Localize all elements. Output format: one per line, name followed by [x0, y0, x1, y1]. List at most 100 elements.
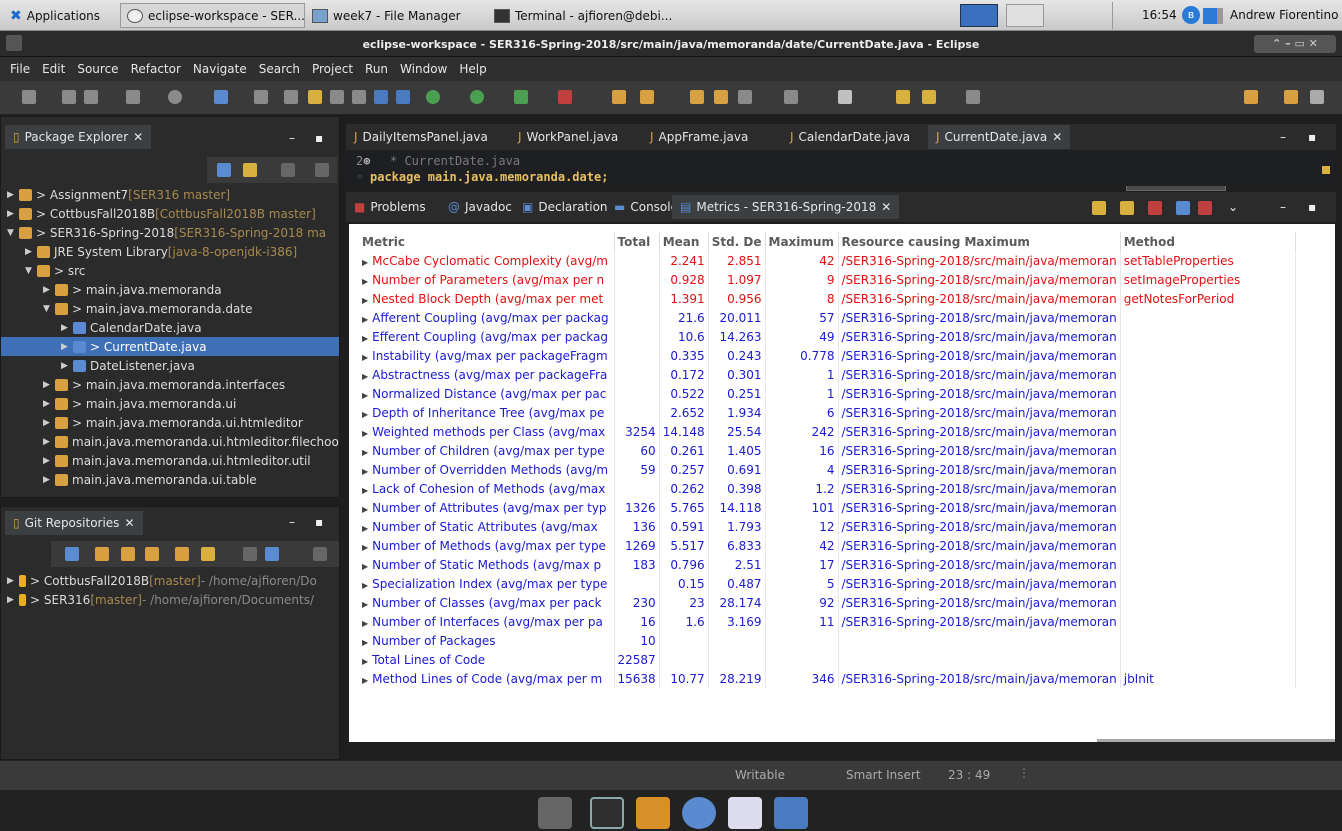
network-signal-icon[interactable]	[1203, 8, 1223, 24]
metrics-row[interactable]: ▶ Lack of Cohesion of Methods (avg/max 0.2…	[359, 479, 1296, 498]
tab-workpanel[interactable]: J WorkPanel.java	[510, 125, 626, 149]
stop-icon[interactable]	[1148, 201, 1162, 215]
expand-arrow-icon[interactable]: ▶	[362, 657, 368, 666]
tree-item[interactable]: ▶ > CottbusFall2018B [CottbusFall2018B ma…	[1, 204, 339, 223]
forward-arrow-icon[interactable]	[966, 90, 980, 104]
expand-arrow-icon[interactable]: ▶	[362, 315, 368, 324]
collapse-arrow-icon[interactable]: ▼	[7, 228, 19, 238]
tab-problems[interactable]: ■ Problems	[346, 195, 434, 219]
col-mean[interactable]: Mean	[659, 232, 709, 251]
search-icon[interactable]	[738, 90, 752, 104]
menu-refactor[interactable]: Refactor	[125, 62, 187, 76]
code-editor[interactable]: 2⊕ * CurrentDate.java ◦ package main.jav…	[348, 150, 1334, 186]
menu-file[interactable]: File	[4, 62, 36, 76]
terminal-toolbar-icon[interactable]	[214, 90, 228, 104]
view-menu-icon[interactable]	[315, 163, 329, 177]
tab-metrics[interactable]: ▤ Metrics - SER316-Spring-2018 ✕	[672, 195, 900, 219]
tree-item[interactable]: ▶ > Assignment7 [SER316 master]	[1, 185, 339, 204]
col-metric[interactable]: Metric	[359, 232, 615, 251]
filter-icon[interactable]	[243, 547, 257, 561]
annotation-icon[interactable]	[784, 90, 798, 104]
metrics-row[interactable]: ▶ Abstractness (avg/max per packageFra 0.1…	[359, 365, 1296, 384]
window-controls[interactable]: ⌃ – ▭ ✕	[1254, 35, 1336, 53]
metrics-row[interactable]: ▶ Depth of Inheritance Tree (avg/max pe 2.…	[359, 403, 1296, 422]
view-menu-icon[interactable]	[313, 547, 327, 561]
task-eclipse[interactable]: eclipse-workspace - SER...	[120, 3, 305, 28]
collapse-all-icon[interactable]	[217, 163, 231, 177]
menu-run[interactable]: Run	[359, 62, 394, 76]
export-icon[interactable]	[1176, 201, 1190, 215]
tree-item[interactable]: ▶ > main.java.memoranda	[1, 280, 339, 299]
close-icon[interactable]: ✕	[124, 516, 134, 530]
debug-icon[interactable]	[426, 90, 440, 104]
tab-calendardate[interactable]: J CalendarDate.java	[782, 125, 918, 149]
tab-declaration[interactable]: ▣ Declaration	[514, 195, 616, 219]
maximize-icon[interactable]: ▪	[1308, 130, 1316, 144]
tab-appframe[interactable]: J AppFrame.java	[642, 125, 756, 149]
refresh-icon[interactable]	[175, 547, 189, 561]
tree-item[interactable]: ▼ > src	[1, 261, 339, 280]
menu-search[interactable]: Search	[253, 62, 306, 76]
tab-dailyitemspanel[interactable]: J DailyItemsPanel.java	[346, 125, 496, 149]
expand-arrow-icon[interactable]: ▶	[7, 209, 19, 219]
metrics-row[interactable]: ▶ Number of Static Methods (avg/max p 183 0…	[359, 555, 1296, 574]
tree-item[interactable]: ▶ main.java.memoranda.ui.htmleditor.filec…	[1, 432, 339, 451]
clear-icon[interactable]	[1198, 201, 1212, 215]
search-dock-icon[interactable]	[728, 797, 762, 829]
metrics-row[interactable]: ▶ Number of Classes (avg/max per pack 230 2…	[359, 593, 1296, 612]
expand-arrow-icon[interactable]: ▶	[7, 576, 19, 586]
back-icon[interactable]	[896, 90, 910, 104]
view-menu-icon[interactable]: ⌄	[1228, 200, 1238, 214]
tab-git-repositories[interactable]: ▯ Git Repositories ✕	[5, 511, 143, 535]
print-icon[interactable]	[126, 90, 140, 104]
file-manager-dock-icon[interactable]	[636, 797, 670, 829]
git-icon[interactable]	[168, 90, 182, 104]
git-repo-item[interactable]: ▶ > CottbusFall2018B [master] - /home/ajf…	[1, 571, 339, 590]
tab-currentdate[interactable]: J CurrentDate.java ✕	[928, 125, 1071, 149]
new-class-icon[interactable]	[640, 90, 654, 104]
tree-item[interactable]: ▶ DateListener.java	[1, 356, 339, 375]
metrics-row[interactable]: ▶ Instability (avg/max per packageFragm 0.…	[359, 346, 1296, 365]
tree-item[interactable]: ▶ main.java.memoranda.ui.table	[1, 470, 339, 489]
minimize-icon[interactable]: –	[1280, 130, 1286, 144]
tab-javadoc[interactable]: @ Javadoc	[440, 195, 520, 219]
open-perspective-icon[interactable]	[1244, 90, 1258, 104]
expand-arrow-icon[interactable]: ▶	[362, 676, 368, 685]
expand-arrow-icon[interactable]: ▶	[362, 372, 368, 381]
expand-arrow-icon[interactable]: ▶	[362, 258, 368, 267]
open-type-icon[interactable]	[690, 90, 704, 104]
metrics-row[interactable]: ▶ Specialization Index (avg/max per type 0…	[359, 574, 1296, 593]
expand-arrow-icon[interactable]: ▶	[25, 247, 37, 257]
grid-icon[interactable]	[396, 90, 410, 104]
metrics-row[interactable]: ▶ Number of Methods (avg/max per type 1269…	[359, 536, 1296, 555]
expand-arrow-icon[interactable]: ▶	[362, 410, 368, 419]
metrics-row[interactable]: ▶ Total Lines of Code 22587	[359, 650, 1296, 669]
expand-arrow-icon[interactable]: ▶	[362, 448, 368, 457]
expand-arrow-icon[interactable]: ▶	[362, 619, 368, 628]
expand-arrow-icon[interactable]: ▶	[43, 399, 55, 409]
metrics-row[interactable]: ▶ Efferent Coupling (avg/max per packag 10…	[359, 327, 1296, 346]
collapse-arrow-icon[interactable]: ▼	[25, 266, 37, 276]
browser-dock-icon[interactable]	[682, 797, 716, 829]
col-total[interactable]: Total	[614, 232, 660, 251]
expand-arrow-icon[interactable]: ▶	[362, 391, 368, 400]
new-icon[interactable]	[22, 90, 36, 104]
pause-icon[interactable]	[1120, 201, 1134, 215]
folder-dock-icon[interactable]	[774, 797, 808, 829]
run-icon[interactable]	[470, 90, 484, 104]
pencil-icon[interactable]	[308, 90, 322, 104]
link-editor-icon[interactable]	[243, 163, 257, 177]
expand-arrow-icon[interactable]: ▶	[362, 543, 368, 552]
open-task-icon[interactable]	[714, 90, 728, 104]
metrics-row[interactable]: ▶ Number of Static Attributes (avg/max 136…	[359, 517, 1296, 536]
minimize-icon[interactable]: –	[289, 131, 295, 145]
expand-arrow-icon[interactable]: ▶	[362, 581, 368, 590]
tree-item[interactable]: ▶ > main.java.memoranda.interfaces	[1, 375, 339, 394]
task-terminal[interactable]: Terminal - ajfioren@debi...	[488, 3, 678, 28]
expand-arrow-icon[interactable]: ▶	[43, 475, 55, 485]
col-resource[interactable]: Resource causing Maximum	[838, 232, 1121, 251]
metrics-row[interactable]: ▶ Number of Overridden Methods (avg/m 59 0.…	[359, 460, 1296, 479]
focus-icon[interactable]	[281, 163, 295, 177]
tree-item[interactable]: ▶ > main.java.memoranda.ui	[1, 394, 339, 413]
expand-arrow-icon[interactable]: ▶	[362, 334, 368, 343]
